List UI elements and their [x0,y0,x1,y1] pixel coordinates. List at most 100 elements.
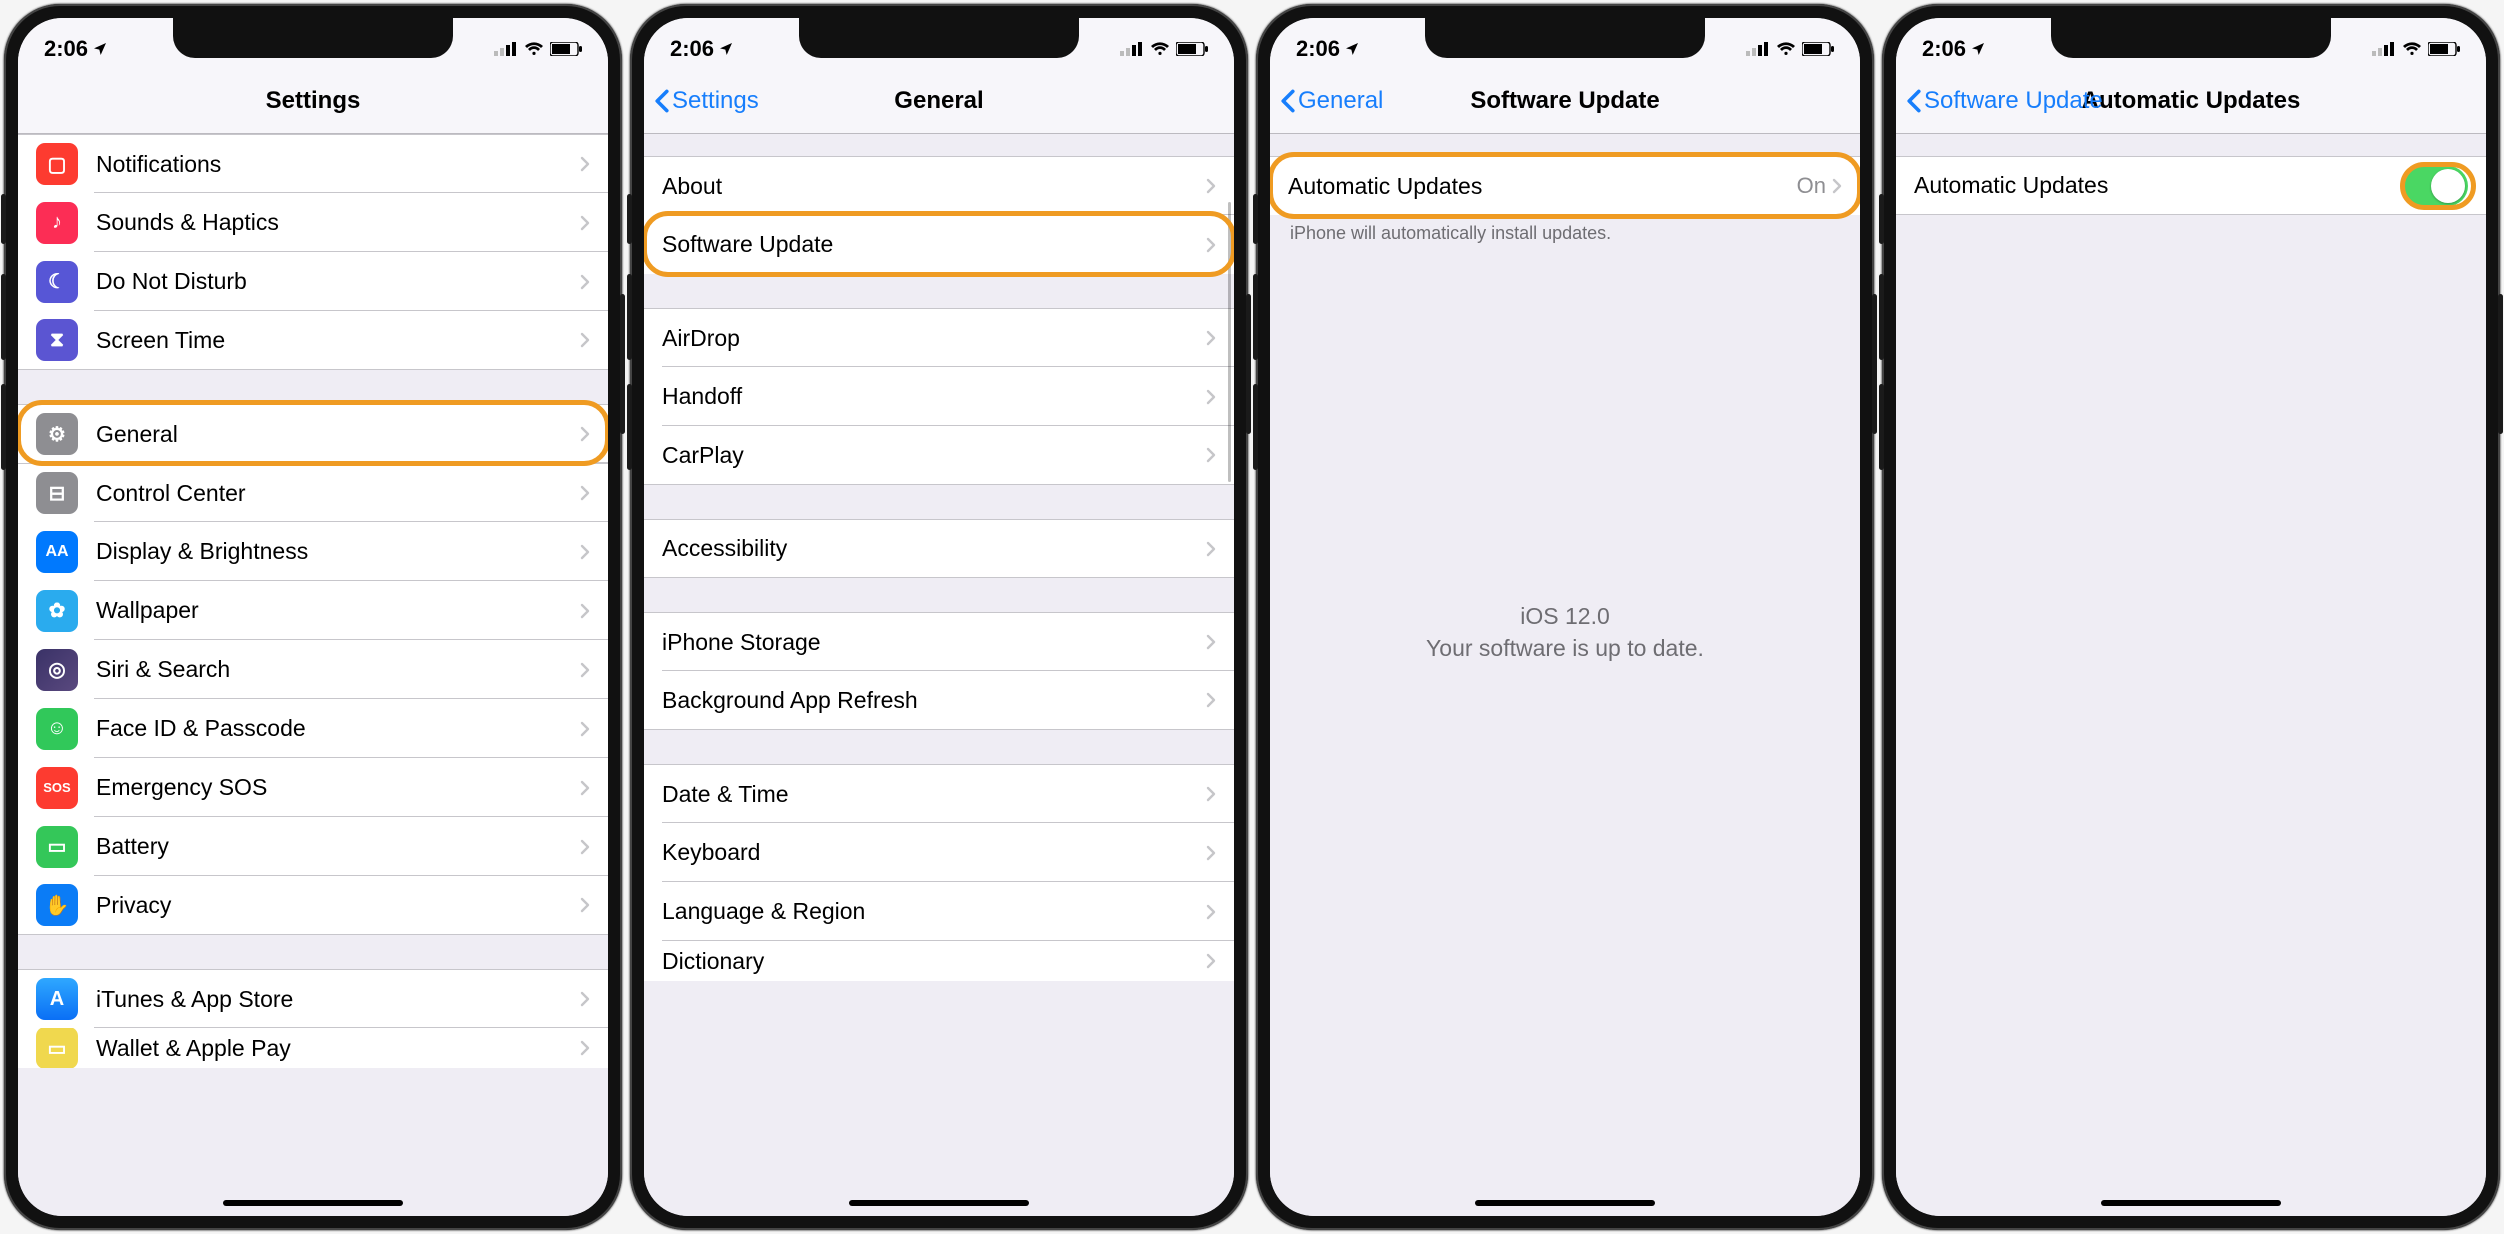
row-label: Privacy [96,892,580,919]
row-siri-search[interactable]: ◎Siri & Search [18,640,608,699]
row-label: iPhone Storage [662,629,1206,656]
appstore-icon: A [36,978,78,1020]
row-carplay[interactable]: CarPlay [644,426,1234,485]
notch [2051,18,2331,58]
row-display-brightness[interactable]: AADisplay & Brightness [18,522,608,581]
row-label: Wallpaper [96,597,580,624]
home-indicator[interactable] [2101,1200,2281,1206]
home-indicator[interactable] [223,1200,403,1206]
back-label: Software Update [1924,87,2103,115]
row-dictionary[interactable]: Dictionary [644,941,1234,981]
chevron-right-icon [1206,845,1216,861]
row-notifications[interactable]: ▢Notifications [18,134,608,193]
row-automatic-updates-toggle[interactable]: Automatic Updates [1896,156,2486,215]
row-wallet-apple-pay[interactable]: ▭Wallet & Apple Pay [18,1028,608,1068]
row-date-time[interactable]: Date & Time [644,764,1234,823]
location-icon [1344,41,1360,57]
sos-icon: SOS [36,767,78,809]
screen-automatic-updates: 2:06 Software Update Automatic Updates A… [1896,18,2486,1216]
toggle-switch[interactable] [2402,166,2468,206]
row-airdrop[interactable]: AirDrop [644,308,1234,367]
notch [799,18,1079,58]
row-label: Accessibility [662,535,1206,562]
row-automatic-updates[interactable]: Automatic Updates On [1270,156,1860,215]
row-label: Software Update [662,231,1206,258]
row-emergency-sos[interactable]: SOSEmergency SOS [18,758,608,817]
row-battery[interactable]: ▭Battery [18,817,608,876]
row-label: Automatic Updates [1914,172,2402,199]
row-label: About [662,173,1206,200]
siri-icon: ◎ [36,649,78,691]
row-label: Dictionary [662,948,1206,975]
content[interactable]: Automatic Updates On iPhone will automat… [1270,134,1860,1216]
row-label: Handoff [662,383,1206,410]
notch [1425,18,1705,58]
nav-title: General [894,87,983,115]
row-itunes-app-store[interactable]: AiTunes & App Store [18,969,608,1028]
chevron-right-icon [1206,330,1216,346]
battery-icon [1802,42,1834,56]
row-label: Do Not Disturb [96,268,580,295]
row-value: On [1797,173,1826,199]
phone-3: 2:06 General Software Update Automatic U… [1256,4,1874,1230]
row-face-id-passcode[interactable]: ☺Face ID & Passcode [18,699,608,758]
cellular-icon [1746,42,1770,56]
battery-icon [2428,42,2460,56]
row-privacy[interactable]: ✋Privacy [18,876,608,935]
chevron-right-icon [1206,953,1216,969]
chevron-right-icon [1206,237,1216,253]
nav-title: Settings [266,87,361,115]
content[interactable]: ▢Notifications♪Sounds & Haptics☾Do Not D… [18,134,608,1216]
ios-version: iOS 12.0 [1270,600,1860,632]
chevron-right-icon [580,274,590,290]
content[interactable]: Automatic Updates [1896,134,2486,1216]
chevron-right-icon [580,544,590,560]
chevron-right-icon [580,332,590,348]
chevron-right-icon [1206,447,1216,463]
row-sounds-haptics[interactable]: ♪Sounds & Haptics [18,193,608,252]
chevron-left-icon [1906,89,1922,113]
chevron-right-icon [580,662,590,678]
chevron-right-icon [1206,692,1216,708]
chevron-right-icon [580,991,590,1007]
row-label: Sounds & Haptics [96,209,580,236]
row-general[interactable]: ⚙General [18,404,608,463]
location-icon [718,41,734,57]
phone-4: 2:06 Software Update Automatic Updates A… [1882,4,2500,1230]
status-time: 2:06 [1922,36,1966,62]
phone-1: 2:06 Settings ▢Notifications♪Sounds & Ha… [4,4,622,1230]
row-label: Wallet & Apple Pay [96,1035,580,1062]
screen-settings: 2:06 Settings ▢Notifications♪Sounds & Ha… [18,18,608,1216]
row-about[interactable]: About [644,156,1234,215]
back-button[interactable]: General [1280,87,1383,115]
cellular-icon [494,42,518,56]
cellular-icon [1120,42,1144,56]
row-label: AirDrop [662,325,1206,352]
scrollbar[interactable] [1228,202,1231,482]
navbar: Settings General [644,68,1234,134]
row-accessibility[interactable]: Accessibility [644,519,1234,578]
row-keyboard[interactable]: Keyboard [644,823,1234,882]
row-wallpaper[interactable]: ✿Wallpaper [18,581,608,640]
back-button[interactable]: Settings [654,87,759,115]
home-indicator[interactable] [1475,1200,1655,1206]
battery-icon [550,42,582,56]
back-button[interactable]: Software Update [1906,87,2103,115]
row-label: iTunes & App Store [96,986,580,1013]
row-control-center[interactable]: ⊟Control Center [18,463,608,522]
content[interactable]: About Software Update AirDrop Handoff CarPla… [644,134,1234,1216]
home-indicator[interactable] [849,1200,1029,1206]
row-background-app-refresh[interactable]: Background App Refresh [644,671,1234,730]
row-handoff[interactable]: Handoff [644,367,1234,426]
control-icon: ⊟ [36,472,78,514]
notch [173,18,453,58]
nav-title: Software Update [1470,87,1659,115]
chevron-right-icon [1206,178,1216,194]
row-software-update[interactable]: Software Update [644,215,1234,274]
row-do-not-disturb[interactable]: ☾Do Not Disturb [18,252,608,311]
row-screen-time[interactable]: ⧗Screen Time [18,311,608,370]
status-time: 2:06 [44,36,88,62]
row-language-region[interactable]: Language & Region [644,882,1234,941]
row-iphone-storage[interactable]: iPhone Storage [644,612,1234,671]
chevron-right-icon [580,721,590,737]
